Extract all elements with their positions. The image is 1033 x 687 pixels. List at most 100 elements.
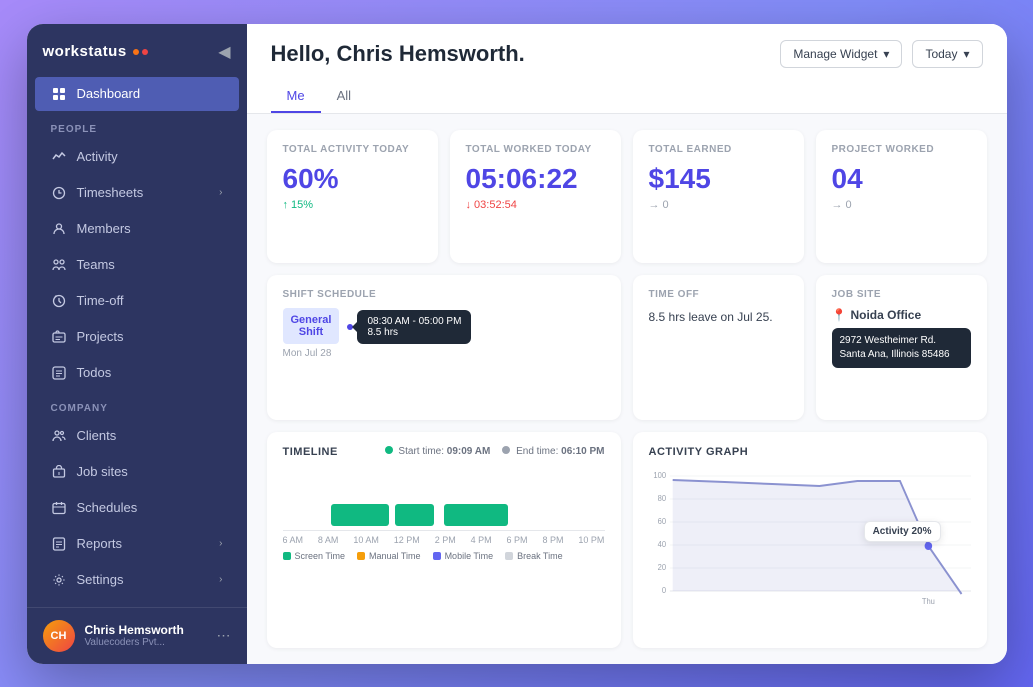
sidebar-item-dashboard[interactable]: Dashboard	[35, 77, 239, 111]
sidebar-item-label-timeoff: Time-off	[77, 293, 223, 308]
axis-6am: 6 AM	[283, 535, 304, 545]
legend-break: Break Time	[505, 551, 563, 561]
axis-2pm: 2 PM	[435, 535, 456, 545]
tab-me[interactable]: Me	[271, 80, 321, 113]
middle-row: SHIFT SCHEDULE General Shift 08:30 AM - …	[267, 275, 987, 420]
legend-label-break: Break Time	[517, 551, 563, 561]
todos-icon	[51, 365, 67, 381]
sidebar-item-label-todos: Todos	[77, 365, 223, 380]
today-button[interactable]: Today ▾	[912, 40, 982, 68]
timeline-header: TIMELINE Start time: 09:09 AM End time: …	[283, 446, 605, 458]
user-avatar: CH	[43, 620, 75, 652]
timeline-times: Start time: 09:09 AM End time: 06:10 PM	[385, 446, 605, 457]
sidebar-item-time-off[interactable]: Time-off	[35, 284, 239, 318]
sidebar-header: workstatus ◀	[27, 24, 247, 76]
location-pin-icon: 📍	[832, 308, 847, 322]
start-dot	[385, 446, 393, 454]
legend-dot-break	[505, 552, 513, 560]
metrics-row: TOTAL ACTIVITY TODAY 60% ↑ 15% TOTAL WOR…	[267, 130, 987, 263]
timeline-legend: Screen Time Manual Time Mobile Time	[283, 551, 605, 561]
settings-arrow-icon: ›	[219, 574, 222, 585]
legend-manual: Manual Time	[357, 551, 421, 561]
start-time-label: Start time: 09:09 AM	[385, 446, 491, 457]
legend-mobile: Mobile Time	[433, 551, 494, 561]
timeoff-value: 8.5 hrs leave on Jul 25.	[649, 308, 788, 326]
sidebar: workstatus ◀ Dashboard PEOPLE	[27, 24, 247, 664]
metric-value-0: 60%	[283, 163, 422, 195]
shift-schedule-area: General Shift 08:30 AM - 05:00 PM 8.5 hr…	[283, 308, 605, 344]
logo-dot-orange	[133, 49, 139, 55]
metric-label-0: TOTAL ACTIVITY TODAY	[283, 144, 422, 155]
sidebar-item-label-dashboard: Dashboard	[77, 86, 223, 101]
user-more-button[interactable]: ⋯	[217, 627, 231, 644]
sidebar-item-label-projects: Projects	[77, 329, 223, 344]
jobsite-address: 2972 Westheimer Rd. Santa Ana, Illinois …	[832, 328, 971, 368]
sidebar-item-reports[interactable]: Reports ›	[35, 527, 239, 561]
axis-8pm: 8 PM	[542, 535, 563, 545]
metric-label-1: TOTAL WORKED TODAY	[466, 144, 605, 155]
sidebar-item-jobsites[interactable]: Job sites	[35, 455, 239, 489]
sidebar-item-label-timesheets: Timesheets	[77, 185, 210, 200]
legend-label-screen: Screen Time	[295, 551, 346, 561]
header-top: Hello, Chris Hemsworth. Manage Widget ▾ …	[271, 40, 983, 68]
sidebar-item-label-members: Members	[77, 221, 223, 236]
activity-graph-label: ACTIVITY GRAPH	[649, 446, 971, 458]
sidebar-item-todos[interactable]: Todos	[35, 356, 239, 390]
sidebar-item-activity[interactable]: Activity	[35, 140, 239, 174]
user-info: Chris Hemsworth Valuecoders Pvt...	[85, 623, 207, 648]
jobsite-name: Noida Office	[850, 308, 921, 322]
schedules-icon	[51, 500, 67, 516]
teams-icon	[51, 257, 67, 273]
app-container: workstatus ◀ Dashboard PEOPLE	[27, 24, 1007, 664]
activity-tooltip: Activity 20%	[864, 521, 941, 542]
metric-sub-1: ↓ 03:52:54	[466, 199, 605, 211]
axis-10pm: 10 PM	[578, 535, 604, 545]
section-title-people: PEOPLE	[27, 112, 247, 139]
svg-text:0: 0	[661, 585, 666, 594]
today-chevron: ▾	[963, 47, 969, 61]
end-time-label: End time: 06:10 PM	[502, 446, 604, 457]
sidebar-item-schedules[interactable]: Schedules	[35, 491, 239, 525]
main-header: Hello, Chris Hemsworth. Manage Widget ▾ …	[247, 24, 1007, 114]
shift-tooltip-hours: 8.5 hrs	[367, 327, 461, 338]
manage-widget-button[interactable]: Manage Widget ▾	[780, 40, 902, 68]
start-time-value: 09:09 AM	[447, 446, 491, 457]
job-site-card: JOB SITE 📍 Noida Office 2972 Westheimer …	[816, 275, 987, 420]
bottom-row: TIMELINE Start time: 09:09 AM End time: …	[267, 432, 987, 648]
clients-icon	[51, 428, 67, 444]
metric-card-projects: PROJECT WORKED 04 → 0	[816, 130, 987, 263]
timeline-label: TIMELINE	[283, 446, 338, 458]
svg-text:80: 80	[657, 493, 666, 502]
axis-6pm: 6 PM	[507, 535, 528, 545]
jobsites-icon	[51, 464, 67, 480]
legend-label-manual: Manual Time	[369, 551, 421, 561]
jobsite-label: JOB SITE	[832, 289, 971, 300]
timeline-bar-1	[331, 504, 389, 526]
sidebar-item-settings[interactable]: Settings ›	[35, 563, 239, 597]
sidebar-item-teams[interactable]: Teams	[35, 248, 239, 282]
collapse-button[interactable]: ◀	[218, 42, 230, 62]
metric-card-worked: TOTAL WORKED TODAY 05:06:22 ↓ 03:52:54	[450, 130, 621, 263]
timeline-axis: 6 AM 8 AM 10 AM 12 PM 2 PM 4 PM 6 PM 8 P…	[283, 530, 605, 545]
members-icon	[51, 221, 67, 237]
timeoff-label: TIME OFF	[649, 289, 788, 300]
metric-value-3: 04	[832, 163, 971, 195]
timeline-bars-container	[283, 466, 605, 526]
sidebar-item-clients[interactable]: Clients	[35, 419, 239, 453]
sidebar-footer: CH Chris Hemsworth Valuecoders Pvt... ⋯	[27, 607, 247, 664]
tab-all[interactable]: All	[321, 80, 367, 113]
shift-schedule-card: SHIFT SCHEDULE General Shift 08:30 AM - …	[267, 275, 621, 420]
manage-widget-chevron: ▾	[883, 47, 889, 61]
axis-10am: 10 AM	[353, 535, 379, 545]
section-title-company: COMPANY	[27, 391, 247, 418]
metric-sub-2: → 0	[649, 199, 788, 211]
svg-text:60: 60	[657, 516, 666, 525]
legend-dot-screen	[283, 552, 291, 560]
page-title: Hello, Chris Hemsworth.	[271, 41, 525, 67]
sidebar-item-timesheets[interactable]: Timesheets ›	[35, 176, 239, 210]
main-content: Hello, Chris Hemsworth. Manage Widget ▾ …	[247, 24, 1007, 664]
sidebar-item-members[interactable]: Members	[35, 212, 239, 246]
sidebar-item-projects[interactable]: Projects	[35, 320, 239, 354]
settings-icon	[51, 572, 67, 588]
tabs: Me All	[271, 80, 983, 113]
